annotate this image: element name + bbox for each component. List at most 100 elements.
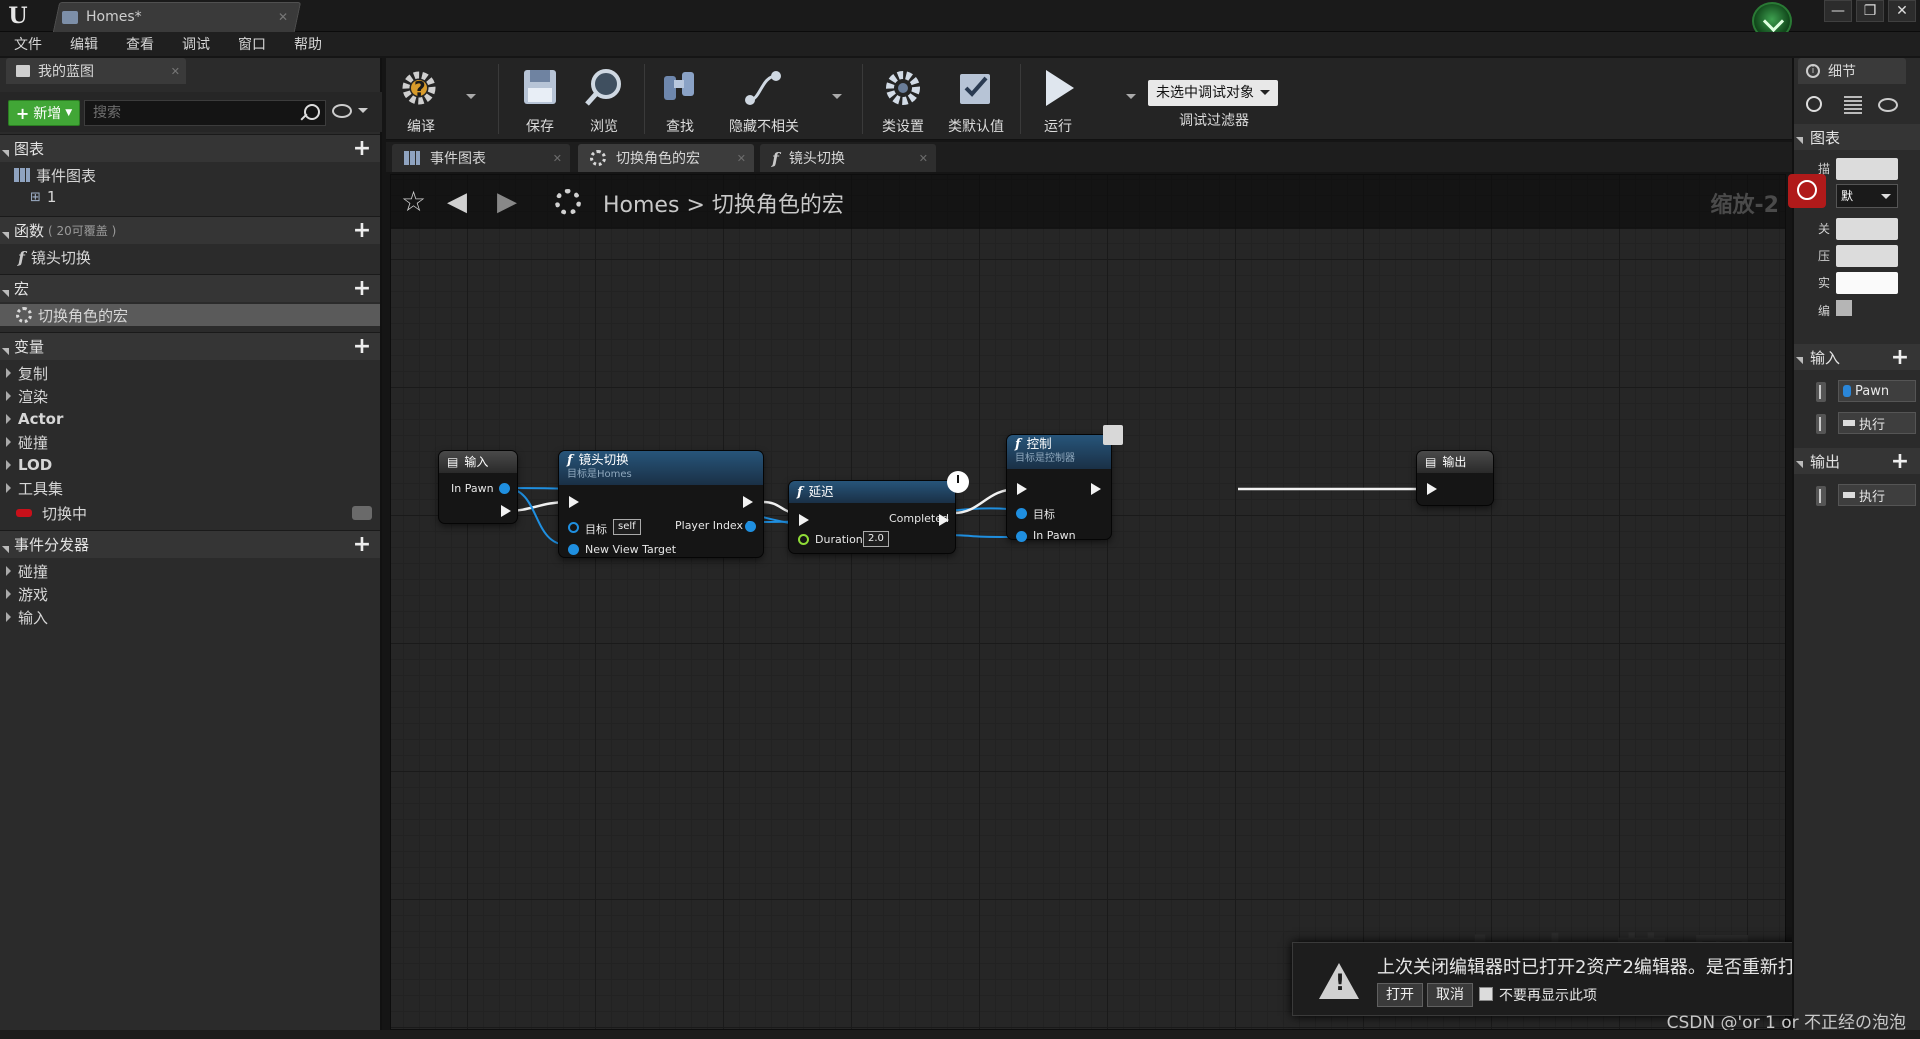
variable-category[interactable]: Actor [0, 408, 380, 430]
add-function-button[interactable]: + [352, 220, 372, 242]
close-icon[interactable]: ✕ [553, 152, 562, 165]
view-options-eye-icon[interactable] [332, 104, 352, 118]
search-highlight-icon[interactable] [1788, 174, 1826, 208]
add-dispatcher-button[interactable]: + [352, 534, 372, 556]
variable-category[interactable]: LOD [0, 454, 380, 476]
pin-default-value[interactable]: 2.0 [863, 531, 889, 547]
description-field[interactable] [1836, 158, 1898, 180]
close-icon[interactable]: ✕ [737, 152, 746, 165]
dispatcher-category[interactable]: 碰撞 [0, 560, 380, 582]
expand-arrow-icon[interactable] [6, 368, 16, 378]
pin-exec-in[interactable] [1427, 483, 1437, 495]
output-pin-exec[interactable]: 执行 [1838, 484, 1916, 506]
pin-exec-in[interactable] [1017, 483, 1027, 495]
category-select[interactable]: 默 [1836, 184, 1898, 208]
node-input[interactable]: ▤ 输入 In Pawn [439, 451, 517, 523]
tab-function[interactable]: f 镜头切换 ✕ [760, 144, 936, 172]
tab-event-graph[interactable]: 事件图表 ✕ [392, 144, 570, 172]
restore-button[interactable]: ❐ [1856, 0, 1884, 22]
menu-debug[interactable]: 调试 [182, 34, 224, 54]
search-icon[interactable] [1806, 96, 1822, 112]
input-pin-pawn[interactable]: Pawn [1838, 380, 1916, 402]
input-pin-exec[interactable]: 执行 [1838, 412, 1916, 434]
chevron-down-icon[interactable] [358, 108, 368, 118]
pin-target[interactable] [1016, 508, 1027, 519]
pin-new-view-target[interactable] [568, 544, 579, 555]
expand-arrow-icon[interactable] [6, 612, 16, 622]
debug-object-select[interactable]: 未选中调试对象 [1148, 80, 1278, 106]
search-icon[interactable] [304, 104, 320, 120]
menu-window[interactable]: 窗口 [238, 34, 280, 54]
node-output[interactable]: ▤ 输出 [1417, 451, 1493, 505]
browse-button[interactable]: 浏览 [574, 60, 634, 138]
section-variables[interactable]: 变量 + [0, 332, 380, 360]
details-section-outputs[interactable]: 输出 + [1794, 448, 1920, 474]
run-button[interactable]: 运行 [1030, 60, 1086, 138]
pin-exec-out[interactable] [501, 505, 511, 517]
details-section-graph[interactable]: 图表 [1794, 124, 1920, 150]
class-settings-button[interactable]: 类设置 [870, 60, 936, 138]
add-input-button[interactable]: + [1890, 347, 1910, 369]
tree-item-macro[interactable]: 切换角色的宏 [0, 304, 380, 326]
expand-arrow-icon[interactable] [6, 391, 16, 401]
run-options-chevron-icon[interactable] [1126, 94, 1136, 104]
close-icon[interactable]: ✕ [278, 10, 288, 24]
view-options-eye-icon[interactable] [1878, 98, 1898, 112]
details-section-inputs[interactable]: 输入 + [1794, 344, 1920, 370]
compile-options-chevron-icon[interactable] [466, 94, 476, 104]
hide-unrelated-button[interactable]: 隐藏不相关 [716, 60, 812, 138]
node-possess[interactable]: f 控制 目标是控制器 目标 In Pawn [1007, 435, 1111, 542]
variable-category[interactable]: 工具集 [0, 477, 380, 499]
search-input[interactable] [84, 100, 326, 126]
editable-checkbox[interactable] [1836, 300, 1852, 316]
document-tab-homes[interactable]: Homes* ✕ [62, 2, 292, 32]
expand-arrow-icon[interactable] [6, 414, 16, 424]
pin-target[interactable] [568, 522, 579, 533]
dispatcher-category[interactable]: 输入 [0, 606, 380, 628]
node-camera-switch[interactable]: f 镜头切换 目标是Homes 目标 self Player Index 1 Ne… [559, 451, 763, 557]
expand-arrow-icon[interactable] [6, 460, 16, 470]
pin-duration[interactable] [798, 534, 809, 545]
collapse-arrow-icon[interactable] [1795, 349, 1811, 365]
details-tab[interactable]: i 细节 [1798, 58, 1906, 84]
visibility-eye-icon[interactable] [352, 506, 372, 520]
pin-player-controller[interactable] [745, 521, 756, 532]
tree-item-variable[interactable]: 切换中 [0, 502, 380, 524]
cancel-button[interactable]: 取消 [1427, 983, 1473, 1007]
section-functions[interactable]: 函数 ( 20可覆盖 ) + [0, 216, 380, 244]
add-new-button[interactable]: + 新增 ▼ [8, 100, 80, 126]
property-matrix-icon[interactable] [1844, 96, 1862, 114]
tree-item-event-graph[interactable]: 事件图表 [0, 164, 380, 186]
open-button[interactable]: 打开 [1377, 983, 1423, 1007]
find-button[interactable]: 查找 [650, 60, 710, 138]
section-graphs[interactable]: 图表 + [0, 134, 380, 162]
expand-arrow-icon[interactable] [6, 589, 16, 599]
expand-arrow-icon[interactable] [6, 483, 16, 493]
tree-item-event-graph-count[interactable]: ⊞ 1 [0, 186, 380, 208]
graph-canvas[interactable]: ☆ ◀ ▶ Homes > 切换角色的宏 缩放-2 ※ 卜 黄 图 ▤输入 In… [390, 174, 1786, 1030]
menu-view[interactable]: 查看 [126, 34, 168, 54]
expand-arrow-icon[interactable] [6, 437, 16, 447]
save-button[interactable]: 保存 [510, 60, 570, 138]
menu-edit[interactable]: 编辑 [70, 34, 112, 54]
pin-exec-out[interactable] [1091, 483, 1101, 495]
keywords-field[interactable] [1836, 218, 1898, 240]
menu-help[interactable]: 帮助 [294, 34, 336, 54]
expand-arrow-icon[interactable] [6, 566, 16, 576]
pin-exec-in[interactable] [569, 496, 579, 508]
add-graph-button[interactable]: + [352, 138, 372, 160]
collapse-arrow-icon[interactable] [1795, 129, 1811, 145]
dont-show-checkbox[interactable] [1479, 987, 1493, 1001]
close-window-button[interactable]: ✕ [1888, 0, 1916, 22]
tab-macro[interactable]: 切换角色的宏 ✕ [578, 144, 754, 172]
minimize-button[interactable]: — [1824, 0, 1852, 22]
menu-file[interactable]: 文件 [14, 34, 56, 54]
variable-category[interactable]: 复制 [0, 362, 380, 384]
compact-title-field[interactable] [1836, 245, 1898, 267]
drag-handle-icon[interactable] [1816, 382, 1826, 402]
my-blueprint-tab[interactable]: 我的蓝图 ✕ [6, 58, 186, 84]
pin-in-pawn[interactable] [1016, 531, 1027, 542]
add-variable-button[interactable]: + [352, 336, 372, 358]
pin-exec-in[interactable] [799, 514, 809, 526]
pin-default-value[interactable]: self [613, 519, 641, 535]
